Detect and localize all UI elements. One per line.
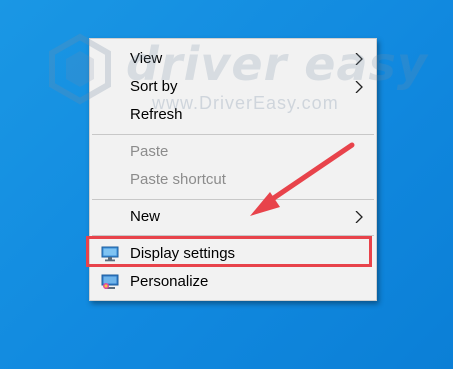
personalize-icon bbox=[101, 274, 119, 289]
menu-item-refresh[interactable]: Refresh bbox=[90, 102, 376, 128]
menu-separator bbox=[92, 134, 374, 135]
menu-item-paste-shortcut-label: Paste shortcut bbox=[130, 171, 226, 188]
chevron-right-icon bbox=[355, 53, 363, 65]
menu-item-new-label: New bbox=[130, 208, 161, 225]
menu-item-view[interactable]: View bbox=[90, 46, 376, 72]
chevron-right-icon bbox=[355, 81, 363, 93]
menu-item-sort-by-label: Sort by bbox=[130, 78, 178, 95]
menu-item-new[interactable]: New bbox=[90, 204, 376, 230]
display-settings-highlight bbox=[86, 236, 372, 267]
chevron-right-icon bbox=[355, 211, 363, 223]
menu-item-sort-by[interactable]: Sort by bbox=[90, 74, 376, 100]
menu-item-view-label: View bbox=[130, 50, 163, 67]
menu-item-personalize-label: Personalize bbox=[130, 273, 209, 290]
menu-item-paste-label: Paste bbox=[130, 143, 169, 160]
menu-item-paste-shortcut: Paste shortcut bbox=[90, 167, 376, 193]
menu-separator bbox=[92, 199, 374, 200]
menu-item-refresh-label: Refresh bbox=[130, 106, 183, 123]
menu-item-personalize[interactable]: Personalize bbox=[90, 269, 376, 295]
menu-item-paste: Paste bbox=[90, 139, 376, 165]
